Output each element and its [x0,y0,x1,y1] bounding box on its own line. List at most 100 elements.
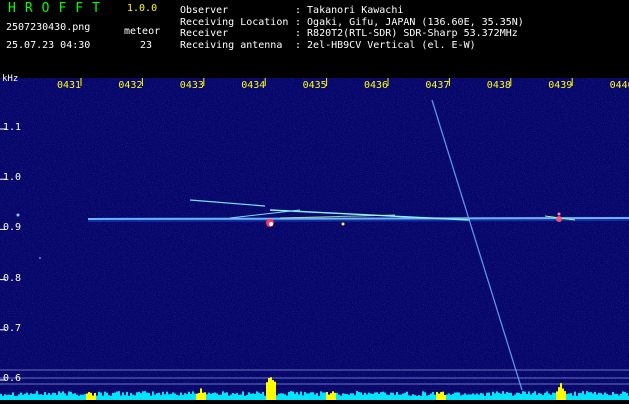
app-version: 1.0.0 [127,3,157,14]
meter-bar [336,393,338,400]
meter-bar [292,392,294,400]
meter-bar [368,393,370,400]
meter-bar [162,392,164,400]
meter-bar [290,391,292,400]
meter-bar [192,391,194,400]
meter-bar [82,395,84,400]
meter-bar [396,392,398,400]
meter-bar [538,393,540,400]
meter-bar [92,396,94,400]
meter-bar [96,396,98,400]
meter-bar [270,377,272,400]
meter-bar [132,395,134,400]
meter-bar [468,394,470,400]
y-tick-label: 1.1 [3,122,21,133]
meter-bar [520,394,522,400]
meter-bar [282,393,284,400]
meter-bar [318,396,320,400]
meter-bar [418,395,420,400]
meter-bar [496,391,498,400]
spectrogram-canvas [0,78,629,400]
meter-bar [184,393,186,400]
meter-bar [438,394,440,400]
meter-bar [110,396,112,400]
meter-bar [584,394,586,400]
meter-bar [502,391,504,400]
meter-bar [408,395,410,400]
meter-bar [382,392,384,400]
meter-bar [18,394,20,400]
meter-bar [574,392,576,400]
meter-bar [528,391,530,400]
meter-bar [498,393,500,400]
carrier-glow [88,219,629,220]
meter-bar [514,395,516,400]
meter-bar [254,394,256,400]
meter-bar [174,394,176,400]
meter-bar [26,393,28,400]
meter-bar [366,394,368,400]
meter-bar [296,392,298,400]
meter-bar [566,394,568,400]
x-tick-label: 0432 [118,80,142,91]
info-row-antenna: Receiving antenna: 2el-HB9CV Vertical (e… [180,40,524,52]
meter-bar [362,395,364,400]
meter-bar [398,395,400,400]
meter-bar [540,394,542,400]
meter-bar [74,393,76,400]
meter-bar [24,394,26,400]
meter-bar [252,393,254,400]
meter-bar [160,395,162,400]
meter-bar [242,391,244,400]
meter-bar [288,392,290,400]
meter-bar [308,393,310,400]
meter-bar [324,392,326,400]
info-row-receiver: Receiver: R820T2(RTL-SDR) SDR-Sharp 53.3… [180,28,524,40]
meter-bar [588,392,590,400]
meter-bar [102,396,104,400]
meter-bar [206,394,208,400]
x-tick-label: 0440 [610,80,629,91]
meter-bar [426,396,428,400]
meter-bar [472,393,474,400]
meter-bar [52,393,54,400]
meter-bar [64,393,66,400]
meteor-point [558,213,561,216]
meter-bar [326,392,328,400]
noise-texture [0,78,629,400]
meter-bar [148,393,150,400]
meter-bar [230,395,232,400]
info-row-location: Receiving Location: Ogaki, Gifu, JAPAN (… [180,17,524,29]
noise-point [17,214,20,217]
meter-bar [178,395,180,400]
meter-bar [542,395,544,400]
spectrogram-plot [0,78,629,400]
meter-bar [624,392,626,400]
meter-bar [406,392,408,400]
meter-bar [188,392,190,400]
meter-bar [548,393,550,400]
meter-bar [62,391,64,400]
meter-bar [276,395,278,400]
meter-bar [304,392,306,400]
meter-bar [518,393,520,400]
y-tick-label: 0.9 [3,222,21,233]
meter-bar [546,391,548,400]
meter-bar [344,394,346,400]
meter-bar [278,394,280,400]
meter-bar [578,393,580,400]
meter-bar [328,395,330,400]
meter-bar [294,394,296,400]
meter-bar [12,392,14,400]
meter-bar [274,382,276,400]
x-tick-label: 0439 [548,80,572,91]
meter-bar [202,393,204,400]
meter-bar [186,394,188,400]
meter-bar [194,394,196,400]
meter-bar [602,395,604,400]
meter-bar [320,391,322,400]
meter-bar [238,395,240,400]
meter-bar [298,394,300,400]
meter-bar [42,395,44,400]
y-tick-label: 1.0 [3,172,21,183]
